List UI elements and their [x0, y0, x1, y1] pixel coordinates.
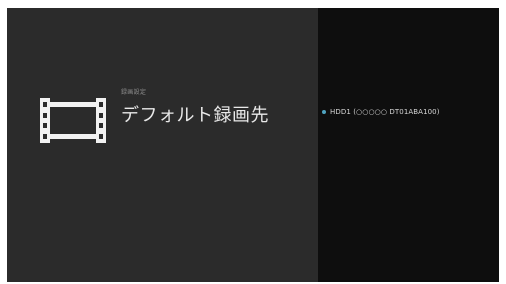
settings-screen: 録画設定 デフォルト録画先 — [7, 8, 499, 282]
category-panel: 録画設定 デフォルト録画先 — [7, 8, 318, 282]
breadcrumb: 録画設定 — [121, 89, 147, 96]
option-hdd1[interactable]: HDD1 (○○○○○ DT01ABA100) — [322, 104, 440, 120]
page-title: デフォルト録画先 — [121, 105, 269, 126]
options-panel — [318, 8, 499, 282]
film-strip-icon — [40, 98, 106, 143]
radio-selected-icon — [322, 110, 326, 114]
option-label: HDD1 (○○○○○ DT01ABA100) — [330, 108, 440, 116]
